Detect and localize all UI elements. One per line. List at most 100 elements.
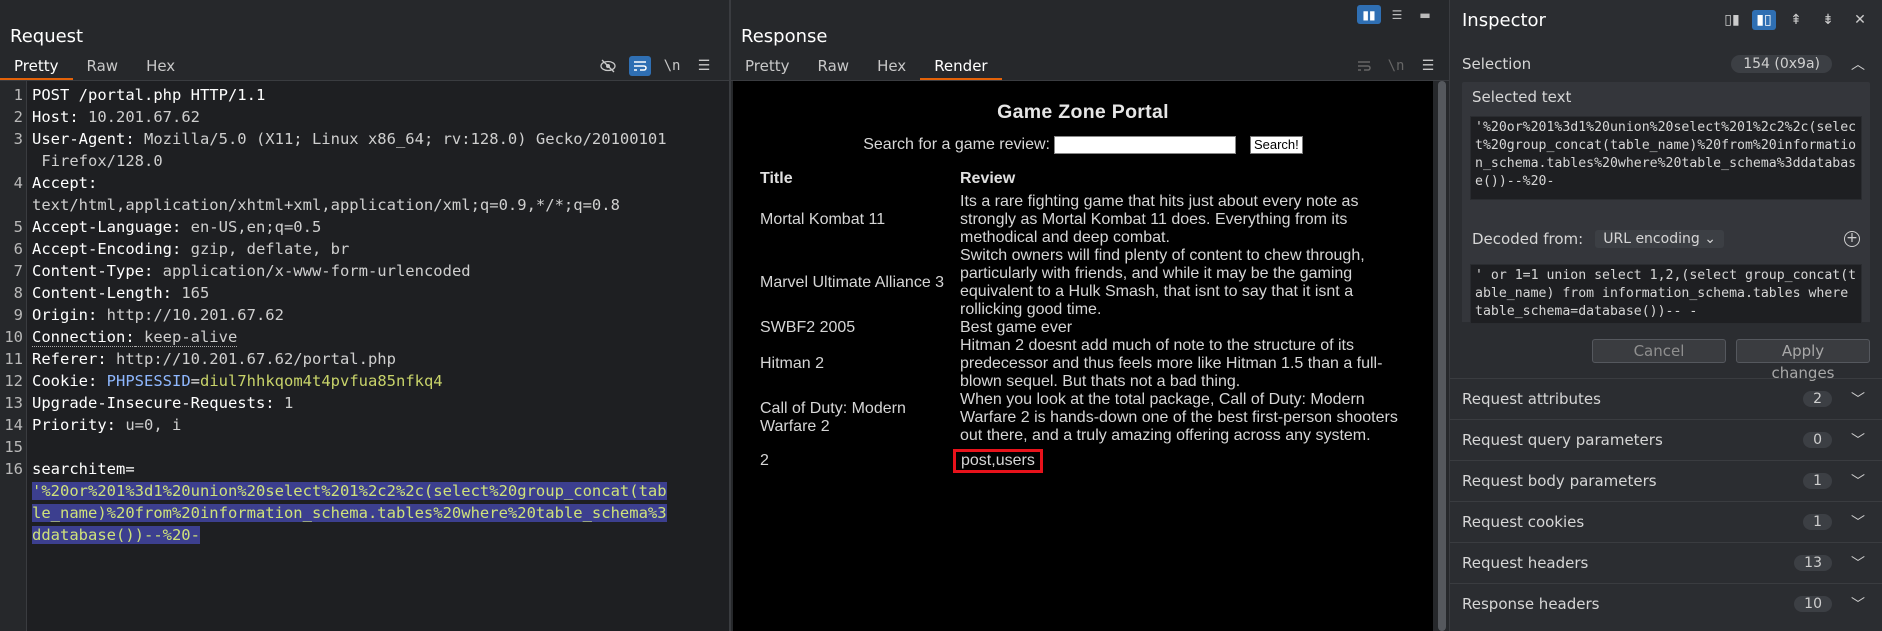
response-tabs: Pretty Raw Hex Render xyxy=(731,56,1002,80)
tab-raw[interactable]: Raw xyxy=(73,56,133,80)
selected-body-line[interactable]: ddatabase())--%20- xyxy=(32,524,723,546)
selection-section-header[interactable]: Selection 154 (0x9a) ︿ xyxy=(1450,48,1882,80)
col-review: Review xyxy=(960,170,1016,187)
eye-off-icon[interactable] xyxy=(597,56,619,76)
response-scrollbar[interactable] xyxy=(1435,81,1449,631)
code-line: 11 Referer: http://10.201.67.62/portal.ph… xyxy=(4,350,396,368)
code-line: 12 Cookie: PHPSESSID=diul7hhkqom4t4pvfua8… xyxy=(4,372,443,390)
section-request-attributes[interactable]: Request attributes 2 ﹀ xyxy=(1450,378,1882,419)
code-line: 14 Priority: u=0, i xyxy=(4,416,182,434)
code-line: Firefox/128.0 xyxy=(32,152,163,170)
selected-text-label: Selected text xyxy=(1472,88,1572,106)
chevron-down-icon: ﹀ xyxy=(1851,433,1865,449)
chevron-down-icon: ﹀ xyxy=(1851,474,1865,490)
code-line: 7 Content-Type: application/x-www-form-ur… xyxy=(13,262,471,280)
request-toolbar: \n ☰ xyxy=(597,56,715,76)
split-horizontal-icon[interactable]: ☰ xyxy=(1385,5,1409,24)
wrap-icon[interactable] xyxy=(629,56,651,76)
layout-right-icon[interactable]: ▮▯ xyxy=(1752,10,1776,30)
decoded-text-area[interactable]: ' or 1=1 union select 1,2,(select group_… xyxy=(1470,264,1862,324)
single-pane-icon[interactable]: ▬ xyxy=(1413,5,1437,24)
layout-buttons: ▮▮ ☰ ▬ xyxy=(1357,5,1437,24)
section-response-headers[interactable]: Response headers 10 ﹀ xyxy=(1450,583,1882,624)
search-button[interactable]: Search! xyxy=(1249,136,1303,154)
decoded-from-label: Decoded from: xyxy=(1472,230,1584,248)
cancel-button[interactable]: Cancel xyxy=(1592,339,1726,363)
table-row: 2 post,users xyxy=(757,445,1417,473)
table-row: SWBF2 2005 Best game ever xyxy=(760,319,1073,336)
code-line: 5 Accept-Language: en-US,en;q=0.5 xyxy=(13,218,322,236)
selected-body-line[interactable]: '%20or%201%3d1%20union%20select%201%2c2%… xyxy=(32,480,723,502)
code-line: 10 Connection: keep-alive xyxy=(4,328,238,347)
response-toolbar: \n ☰ xyxy=(1353,56,1439,76)
section-request-headers[interactable]: Request headers 13 ﹀ xyxy=(1450,542,1882,583)
code-line: 16 searchitem= xyxy=(4,460,135,478)
table-row: Call of Duty: Modern Warfare 2 When you l… xyxy=(760,391,1398,444)
chevron-down-icon: ﹀ xyxy=(1851,556,1865,572)
code-line: text/html,application/xhtml+xml,applicat… xyxy=(32,196,620,214)
chevron-up-icon[interactable]: ︿ xyxy=(1846,54,1870,74)
scroll-thumb[interactable] xyxy=(1438,81,1446,631)
code-line: 8 Content-Length: 165 xyxy=(13,284,210,302)
selected-body-line[interactable]: le_name)%20from%20information_schema.tab… xyxy=(32,502,723,524)
chevron-down-icon: ﹀ xyxy=(1851,597,1865,613)
injection-result-highlight: post,users xyxy=(953,449,1043,473)
code-line: 3 User-Agent: Mozilla/5.0 (X11; Linux x86… xyxy=(13,130,667,148)
collapse-all-icon[interactable]: ⇟ xyxy=(1816,10,1840,30)
tab-pretty[interactable]: Pretty xyxy=(0,56,73,80)
code-line: 6 Accept-Encoding: gzip, deflate, br xyxy=(13,240,350,258)
request-title: Request xyxy=(10,26,84,47)
selection-label: Selection xyxy=(1462,55,1532,73)
inspector-toolbar: ▯▮ ▮▯ ⇞ ⇟ ✕ xyxy=(1720,10,1872,30)
search-form: Search for a game review: Search! xyxy=(733,136,1433,154)
tab-hex[interactable]: Hex xyxy=(863,56,920,80)
section-request-body-parameters[interactable]: Request body parameters 1 ﹀ xyxy=(1450,460,1882,501)
newline-icon: \n xyxy=(1387,58,1405,74)
code-line: 15​ xyxy=(4,438,23,456)
rendered-page: Game Zone Portal Search for a game revie… xyxy=(733,81,1433,631)
code-line: 2 Host: 10.201.67.62 xyxy=(13,108,200,126)
chevron-down-icon: ﹀ xyxy=(1851,392,1865,408)
table-row: Mortal Kombat 11 Its a rare fighting game… xyxy=(760,193,1359,246)
add-decoding-icon[interactable]: + xyxy=(1844,231,1860,247)
newline-icon[interactable]: \n xyxy=(661,56,683,76)
selected-text-area[interactable]: '%20or%201%3d1%20union%20select%201%2c2%… xyxy=(1470,116,1862,200)
inspector-panel: Inspector ▯▮ ▮▯ ⇞ ⇟ ✕ Selection 154 (0x9… xyxy=(1449,0,1882,631)
inspector-sections: Request attributes 2 ﹀ Request query param… xyxy=(1450,378,1882,624)
selection-count: 154 (0x9a) xyxy=(1731,55,1832,73)
request-editor[interactable]: 1 POST /portal.php HTTP/1.1 2 Host: 10.201… xyxy=(0,81,729,631)
tab-render[interactable]: Render xyxy=(920,56,1002,80)
decoded-box: Decoded from: URL encoding ⌄ + ' or 1=1 … xyxy=(1462,224,1870,324)
tab-raw[interactable]: Raw xyxy=(804,56,864,80)
code-line: 4 Accept: xyxy=(13,174,98,192)
code-line: 9 Origin: http://10.201.67.62 xyxy=(13,306,284,324)
section-request-cookies[interactable]: Request cookies 1 ﹀ xyxy=(1450,501,1882,542)
inspector-buttons: Cancel Apply changes xyxy=(1592,339,1870,382)
reviews-table: Title Review Mortal Kombat 11 Its a rare … xyxy=(757,167,1417,473)
inspector-title: Inspector xyxy=(1462,10,1546,31)
page-heading: Game Zone Portal xyxy=(997,101,1169,123)
tab-pretty[interactable]: Pretty xyxy=(731,56,804,80)
section-request-query-parameters[interactable]: Request query parameters 0 ﹀ xyxy=(1450,419,1882,460)
split-vertical-icon[interactable]: ▮▮ xyxy=(1357,5,1381,24)
menu-icon[interactable]: ☰ xyxy=(693,56,715,76)
search-input[interactable] xyxy=(1053,136,1236,154)
expand-all-icon[interactable]: ⇞ xyxy=(1784,10,1808,30)
chevron-down-icon: ⌄ xyxy=(1704,231,1716,247)
decoded-header: Decoded from: URL encoding ⌄ + xyxy=(1472,230,1860,248)
close-icon[interactable]: ✕ xyxy=(1848,10,1872,30)
menu-icon[interactable]: ☰ xyxy=(1417,56,1439,76)
table-header-row: Title Review xyxy=(757,167,1417,193)
table-row: Marvel Ultimate Alliance 3 Switch owners … xyxy=(760,247,1365,318)
wrap-icon xyxy=(1353,56,1375,76)
decoding-select[interactable]: URL encoding ⌄ xyxy=(1595,230,1724,248)
code-line: 1 POST /portal.php HTTP/1.1 xyxy=(13,86,266,104)
request-code[interactable]: 1 POST /portal.php HTTP/1.1 2 Host: 10.201… xyxy=(4,84,723,546)
tab-hex[interactable]: Hex xyxy=(132,56,189,80)
apply-changes-button[interactable]: Apply changes xyxy=(1736,339,1870,382)
request-pane: Request Pretty Raw Hex \n ☰ 1 POST /porta… xyxy=(0,0,729,631)
response-pane: ▮▮ ☰ ▬ Response Pretty Raw Hex Render \n… xyxy=(731,0,1449,631)
layout-left-icon[interactable]: ▯▮ xyxy=(1720,10,1744,30)
code-line: 13 Upgrade-Insecure-Requests: 1 xyxy=(4,394,294,412)
col-title: Title xyxy=(760,170,793,187)
